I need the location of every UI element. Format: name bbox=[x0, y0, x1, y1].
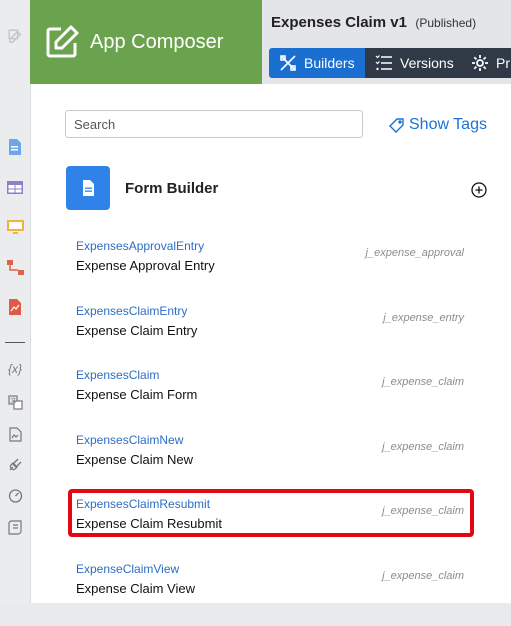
form-code[interactable]: ExpensesClaim bbox=[76, 368, 159, 382]
form-table: j_expense_claim bbox=[382, 441, 464, 453]
tab-versions[interactable]: Versions bbox=[365, 48, 461, 78]
form-table: j_expense_approval bbox=[365, 247, 464, 259]
list-item[interactable]: ExpensesClaimEntry Expense Claim Entry j… bbox=[31, 304, 511, 368]
form-table: j_expense_claim bbox=[382, 376, 464, 388]
form-code[interactable]: ExpensesApprovalEntry bbox=[76, 239, 204, 253]
builders-icon bbox=[280, 55, 296, 71]
form-code[interactable]: ExpenseClaimView bbox=[76, 562, 179, 576]
list-item[interactable]: ExpensesClaim Expense Claim Form j_expen… bbox=[31, 368, 511, 432]
form-table: j_expense_claim bbox=[382, 570, 464, 582]
search-input[interactable] bbox=[65, 110, 363, 138]
section-title: Form Builder bbox=[125, 180, 219, 197]
tag-icon bbox=[389, 117, 404, 133]
tab-builders[interactable]: Builders bbox=[269, 48, 365, 78]
tab-versions-label: Versions bbox=[400, 55, 454, 71]
form-label: Expense Claim Entry bbox=[76, 323, 198, 338]
form-label: Expense Claim Resubmit bbox=[76, 516, 222, 531]
document-icon bbox=[82, 180, 94, 196]
document-icon[interactable] bbox=[6, 425, 24, 443]
form-icon[interactable] bbox=[6, 138, 24, 156]
versions-icon bbox=[375, 55, 392, 71]
app-title: Expenses Claim v1 (Published) bbox=[271, 14, 476, 32]
list-item[interactable]: ExpensesClaimNew Expense Claim New j_exp… bbox=[31, 433, 511, 497]
list-item[interactable]: ExpensesClaimResubmit Expense Claim Resu… bbox=[31, 497, 511, 561]
list-item[interactable]: ExpenseClaimView Expense Claim View j_ex… bbox=[31, 562, 511, 626]
form-builder-icon bbox=[66, 166, 110, 210]
svg-text:文: 文 bbox=[10, 396, 16, 404]
tab-properties[interactable]: Pr bbox=[461, 48, 511, 78]
gear-icon bbox=[472, 55, 488, 71]
brand-header: App Composer bbox=[30, 0, 262, 84]
plugin-icon[interactable] bbox=[6, 455, 24, 473]
form-label: Expense Claim View bbox=[76, 581, 195, 596]
tab-builders-label: Builders bbox=[304, 55, 355, 71]
app-name: Expenses Claim v1 bbox=[271, 14, 407, 31]
form-table: j_expense_claim bbox=[382, 505, 464, 517]
app-status: (Published) bbox=[415, 16, 477, 30]
form-table: j_expense_entry bbox=[383, 312, 464, 324]
datalist-icon[interactable] bbox=[6, 178, 24, 196]
log-icon[interactable] bbox=[6, 518, 24, 536]
edit-icon[interactable] bbox=[6, 27, 24, 45]
plus-circle-icon bbox=[471, 182, 487, 198]
report-icon[interactable] bbox=[6, 298, 24, 316]
performance-icon[interactable] bbox=[6, 486, 24, 504]
list-item[interactable]: ExpensesApprovalEntry Expense Approval E… bbox=[31, 239, 511, 303]
form-code[interactable]: ExpensesClaimNew bbox=[76, 433, 183, 447]
rail-divider bbox=[5, 342, 25, 343]
form-label: Expense Claim New bbox=[76, 452, 194, 467]
brand-title: App Composer bbox=[90, 30, 224, 53]
edit-icon bbox=[44, 24, 80, 60]
form-code[interactable]: ExpensesClaimEntry bbox=[76, 304, 187, 318]
form-label: Expense Approval Entry bbox=[76, 258, 215, 273]
translate-icon[interactable]: 文 bbox=[6, 393, 24, 411]
process-icon[interactable] bbox=[6, 258, 24, 276]
show-tags-link[interactable]: Show Tags bbox=[389, 116, 487, 134]
add-form-button[interactable] bbox=[471, 182, 487, 198]
form-label: Expense Claim Form bbox=[76, 387, 198, 402]
form-code[interactable]: ExpensesClaimResubmit bbox=[76, 497, 210, 511]
show-tags-label: Show Tags bbox=[409, 116, 487, 133]
variable-icon[interactable]: {x} bbox=[6, 360, 24, 378]
userview-icon[interactable] bbox=[6, 218, 24, 236]
left-rail: {x} 文 bbox=[0, 0, 31, 603]
main-panel: Show Tags Form Builder ExpensesApprovalE… bbox=[31, 84, 511, 603]
tab-properties-label: Pr bbox=[496, 55, 510, 71]
top-bar: Expenses Claim v1 (Published) Builders V… bbox=[262, 0, 511, 84]
